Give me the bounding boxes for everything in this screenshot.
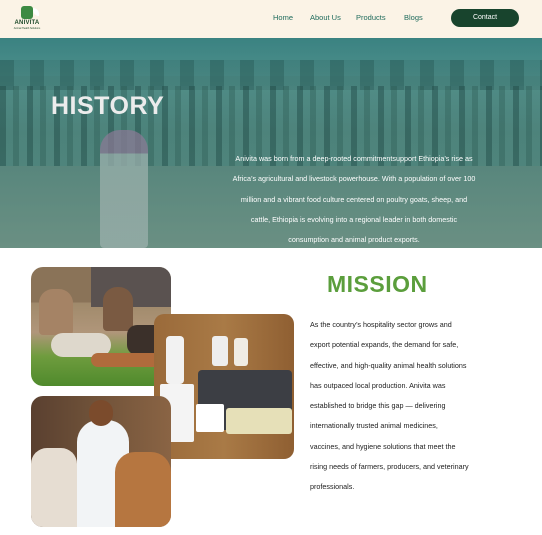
history-title: HISTORY xyxy=(51,92,165,120)
mission-line: professionals. xyxy=(310,482,355,492)
veterinary-supplies-image xyxy=(154,314,294,459)
history-line: Anivita was born from a deep-rooted comm… xyxy=(235,154,473,163)
top-nav: ANIVITA Animal Health Solutions Home Abo… xyxy=(0,0,542,38)
history-line: cattle, Ethiopia is evolving into a regi… xyxy=(250,214,458,224)
mission-line: internationally trusted animal medicines… xyxy=(310,421,438,431)
nav-link-products[interactable]: Products xyxy=(356,13,386,22)
calf-shape xyxy=(115,452,171,527)
mission-title: MISSION xyxy=(327,271,428,297)
jars-shape xyxy=(226,408,292,434)
brand-name: ANIVITA xyxy=(14,20,40,26)
history-line: consumption and animal product exports. xyxy=(288,235,420,245)
veterinarian-head-shape xyxy=(89,400,113,426)
medicine-box-shape xyxy=(196,404,224,432)
mission-line: rising needs of farmers, producers, and … xyxy=(310,462,469,472)
nav-link-home[interactable]: Home xyxy=(273,13,293,22)
horse-shape xyxy=(39,289,73,335)
goat-shape xyxy=(31,448,77,527)
mission-line: established to bridge this gap — deliver… xyxy=(310,401,446,411)
veterinarian-image xyxy=(31,396,171,527)
poultry-shape xyxy=(91,353,161,367)
history-text: Anivita was born from a deep-rooted comm… xyxy=(186,149,522,250)
nav-link-about-us[interactable]: About Us xyxy=(310,13,341,22)
leaf-icon xyxy=(33,8,39,16)
mission-line: effective, and high-quality animal healt… xyxy=(310,360,467,370)
leaf-logo-icon xyxy=(21,6,39,19)
mission-line: export potential expands, the demand for… xyxy=(310,340,459,350)
mission-line: has outpaced local production. Anivita w… xyxy=(310,380,446,390)
brand-logo[interactable]: ANIVITA Animal Health Solutions xyxy=(12,6,42,34)
mission-line: vaccines, and hygiene solutions that mee… xyxy=(310,441,456,451)
bottle-shape xyxy=(212,336,228,366)
bottle-shape xyxy=(166,336,184,384)
brand-tagline: Animal Health Solutions xyxy=(13,27,41,30)
mission-text: As the country’s hospitality sector grow… xyxy=(310,315,530,498)
contact-button[interactable]: Contact xyxy=(451,9,519,27)
farm-animals-image xyxy=(31,267,171,386)
history-line: Africa’s agricultural and livestock powe… xyxy=(232,174,476,184)
horse-shape xyxy=(103,287,133,331)
nav-link-blogs[interactable]: Blogs xyxy=(404,13,423,22)
bottle-shape xyxy=(234,338,248,366)
mission-line: As the country’s hospitality sector grow… xyxy=(310,320,452,329)
history-line: million and a vibrant food culture cente… xyxy=(240,194,468,204)
